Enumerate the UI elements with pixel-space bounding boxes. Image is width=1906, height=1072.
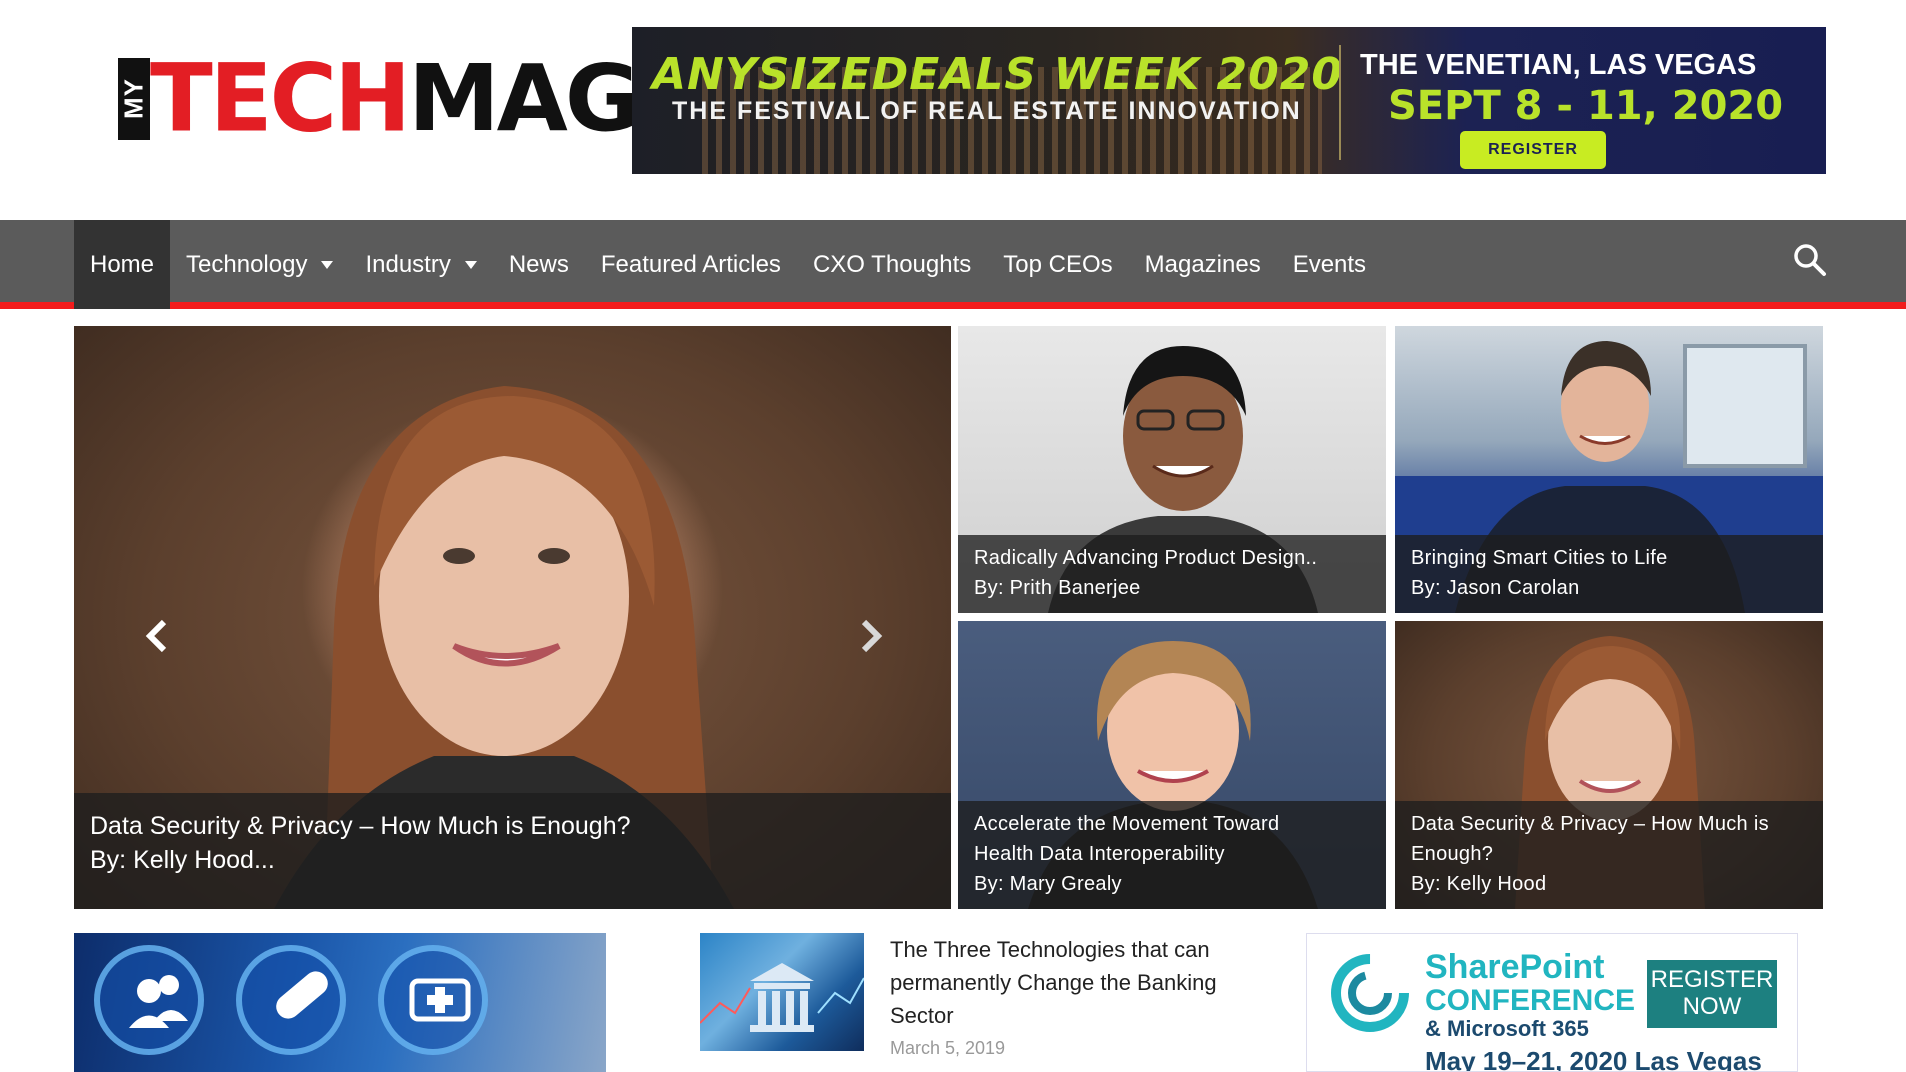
- slider-next-icon[interactable]: [856, 616, 886, 656]
- logo-my: MY: [118, 58, 150, 140]
- slider-prev-icon[interactable]: [142, 616, 172, 656]
- tile-byline: By: Prith Banerjee: [974, 577, 1141, 599]
- tile-caption: Accelerate the Movement Toward Health Da…: [958, 801, 1386, 909]
- nav-item-featured-articles[interactable]: Featured Articles: [585, 220, 797, 309]
- nav-item-label: Featured Articles: [600, 250, 781, 278]
- tile-caption: Bringing Smart Cities to Life By: Jason …: [1395, 535, 1823, 613]
- tile-caption: Data Security & Privacy – How Much is En…: [1395, 801, 1823, 909]
- tile-caption: Radically Advancing Product Design.. By:…: [958, 535, 1386, 613]
- nav-item-cxo-thoughts[interactable]: CXO Thoughts: [797, 220, 987, 309]
- main-nav: Home Technology Industry News Featured A…: [0, 220, 1906, 309]
- tile-title-line-1: Accelerate the Movement Toward: [974, 813, 1280, 835]
- banner-title: ANYSIZEDEALS WEEK 2020: [652, 49, 1343, 100]
- hero-caption[interactable]: Data Security & Privacy – How Much is En…: [74, 793, 951, 909]
- ad-line-3: & Microsoft 365: [1425, 1016, 1589, 1041]
- site-logo[interactable]: MY TECH MAG: [118, 43, 640, 154]
- ad-line-4: May 19–21, 2020 Las Vegas: [1425, 1046, 1762, 1072]
- nav-item-label: Industry: [365, 250, 451, 278]
- nav-item-label: News: [508, 250, 569, 278]
- featured-tile[interactable]: Radically Advancing Product Design.. By:…: [958, 326, 1386, 613]
- nav-item-events[interactable]: Events: [1277, 220, 1382, 309]
- featured-tile[interactable]: Bringing Smart Cities to Life By: Jason …: [1395, 326, 1823, 613]
- logo-tech: TECH: [150, 43, 411, 154]
- article-date: March 5, 2019: [890, 1038, 1006, 1058]
- nav-item-label: CXO Thoughts: [812, 250, 972, 278]
- ad-button-line-2: NOW: [1682, 993, 1742, 1020]
- tile-title-line-2: Enough?: [1411, 843, 1494, 865]
- banner-venue: THE VENETIAN, LAS VEGAS: [1360, 49, 1757, 81]
- banking-article-thumbnail[interactable]: [700, 933, 864, 1051]
- bank-building-icon: [700, 963, 864, 1032]
- ad-register-now-button[interactable]: REGISTER NOW: [1647, 960, 1777, 1028]
- nav-item-label: Home: [90, 250, 155, 278]
- hero-slider[interactable]: Data Security & Privacy – How Much is En…: [74, 326, 951, 909]
- article-title[interactable]: The Three Technologies that can permanen…: [890, 933, 1260, 1032]
- ad-line-1: SharePoint: [1425, 948, 1605, 986]
- tile-byline: By: Mary Grealy: [974, 873, 1122, 895]
- nav-item-label: Magazines: [1144, 250, 1261, 278]
- ad-line-2: CONFERENCE: [1425, 984, 1636, 1017]
- featured-tile[interactable]: Data Security & Privacy – How Much is En…: [1395, 621, 1823, 909]
- hero-byline: By: Kelly Hood...: [90, 846, 275, 874]
- tile-title: Radically Advancing Product Design..: [974, 547, 1318, 569]
- banner-dates: SEPT 8 - 11, 2020: [1388, 83, 1784, 129]
- ad-button-line-1: REGISTER: [1650, 966, 1774, 993]
- banner-register-button[interactable]: REGISTER: [1460, 131, 1606, 169]
- nav-item-label: Events: [1292, 250, 1367, 278]
- tile-title: Bringing Smart Cities to Life: [1411, 547, 1668, 569]
- caret-down-icon: [464, 260, 477, 269]
- health-icons-overlay: [129, 971, 471, 1028]
- nav-item-home[interactable]: Home: [74, 220, 171, 309]
- nav-item-magazines[interactable]: Magazines: [1129, 220, 1277, 309]
- nav-item-label: Technology: [186, 250, 308, 278]
- hero-title: Data Security & Privacy – How Much is En…: [90, 812, 631, 840]
- banner-divider: [1339, 45, 1341, 160]
- health-tech-image[interactable]: [74, 933, 606, 1072]
- caret-down-icon: [321, 260, 334, 269]
- sharepoint-swirl-logo: [1331, 954, 1409, 1032]
- featured-tile[interactable]: Accelerate the Movement Toward Health Da…: [958, 621, 1386, 909]
- nav-item-label: Top CEOs: [1003, 250, 1113, 278]
- logo-mag: MAG: [408, 45, 640, 152]
- nav-item-technology[interactable]: Technology: [170, 220, 349, 309]
- header-banner-ad[interactable]: ANYSIZEDEALS WEEK 2020 THE FESTIVAL OF R…: [632, 27, 1826, 174]
- tile-title-line-2: Health Data Interoperability: [974, 843, 1225, 865]
- sharepoint-conference-ad[interactable]: SharePoint CONFERENCE & Microsoft 365 Ma…: [1306, 933, 1798, 1072]
- tile-byline: By: Kelly Hood: [1411, 873, 1547, 895]
- search-icon[interactable]: [1792, 242, 1828, 278]
- nav-item-industry[interactable]: Industry: [349, 220, 492, 309]
- banner-subtitle: THE FESTIVAL OF REAL ESTATE INNOVATION: [672, 97, 1302, 125]
- tile-title-line-1: Data Security & Privacy – How Much is: [1411, 813, 1769, 835]
- page: MY TECH MAG ANYSIZEDEALS WEEK 2020 THE F…: [0, 0, 1906, 1072]
- nav-item-top-ceos[interactable]: Top CEOs: [987, 220, 1128, 309]
- nav-item-news[interactable]: News: [493, 220, 585, 309]
- tile-byline: By: Jason Carolan: [1411, 577, 1580, 599]
